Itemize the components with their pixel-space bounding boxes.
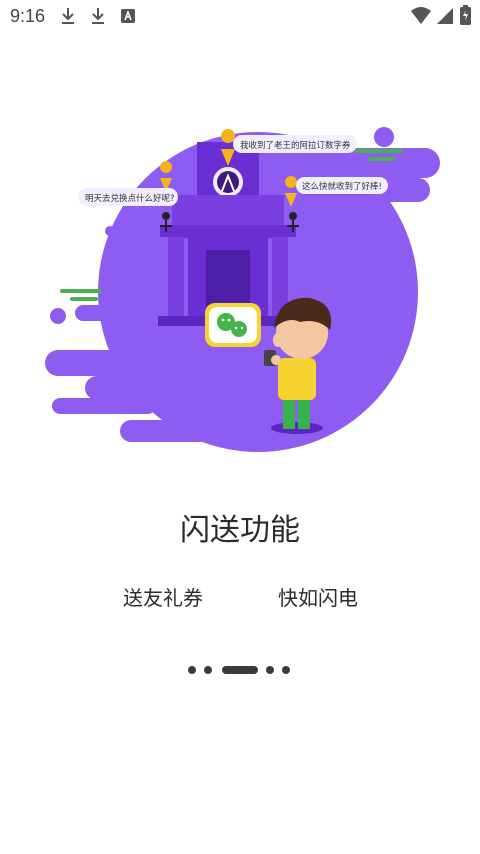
hero-illustration: 我收到了老王的阿拉订数字券 明天去兑换点什么好呢? 这么快就收到了好棒! — [45, 127, 440, 452]
page-dot[interactable] — [282, 666, 290, 674]
page-indicator[interactable] — [0, 664, 480, 676]
bubble-right-text: 这么快就收到了好棒! — [302, 181, 382, 192]
page-dot[interactable] — [266, 666, 274, 674]
bubble-left-text: 明天去兑换点什么好呢? — [85, 193, 175, 204]
feature-title: 闪送功能 — [180, 513, 300, 548]
feature-label-right: 快如闪电 — [278, 586, 358, 610]
bubble-top-text: 我收到了老王的阿拉订数字券 — [240, 140, 351, 151]
page-dot-active[interactable] — [222, 666, 258, 674]
page-dot[interactable] — [204, 666, 212, 674]
page-dot[interactable] — [188, 666, 196, 674]
feature-label-left: 送友礼券 — [123, 586, 203, 610]
